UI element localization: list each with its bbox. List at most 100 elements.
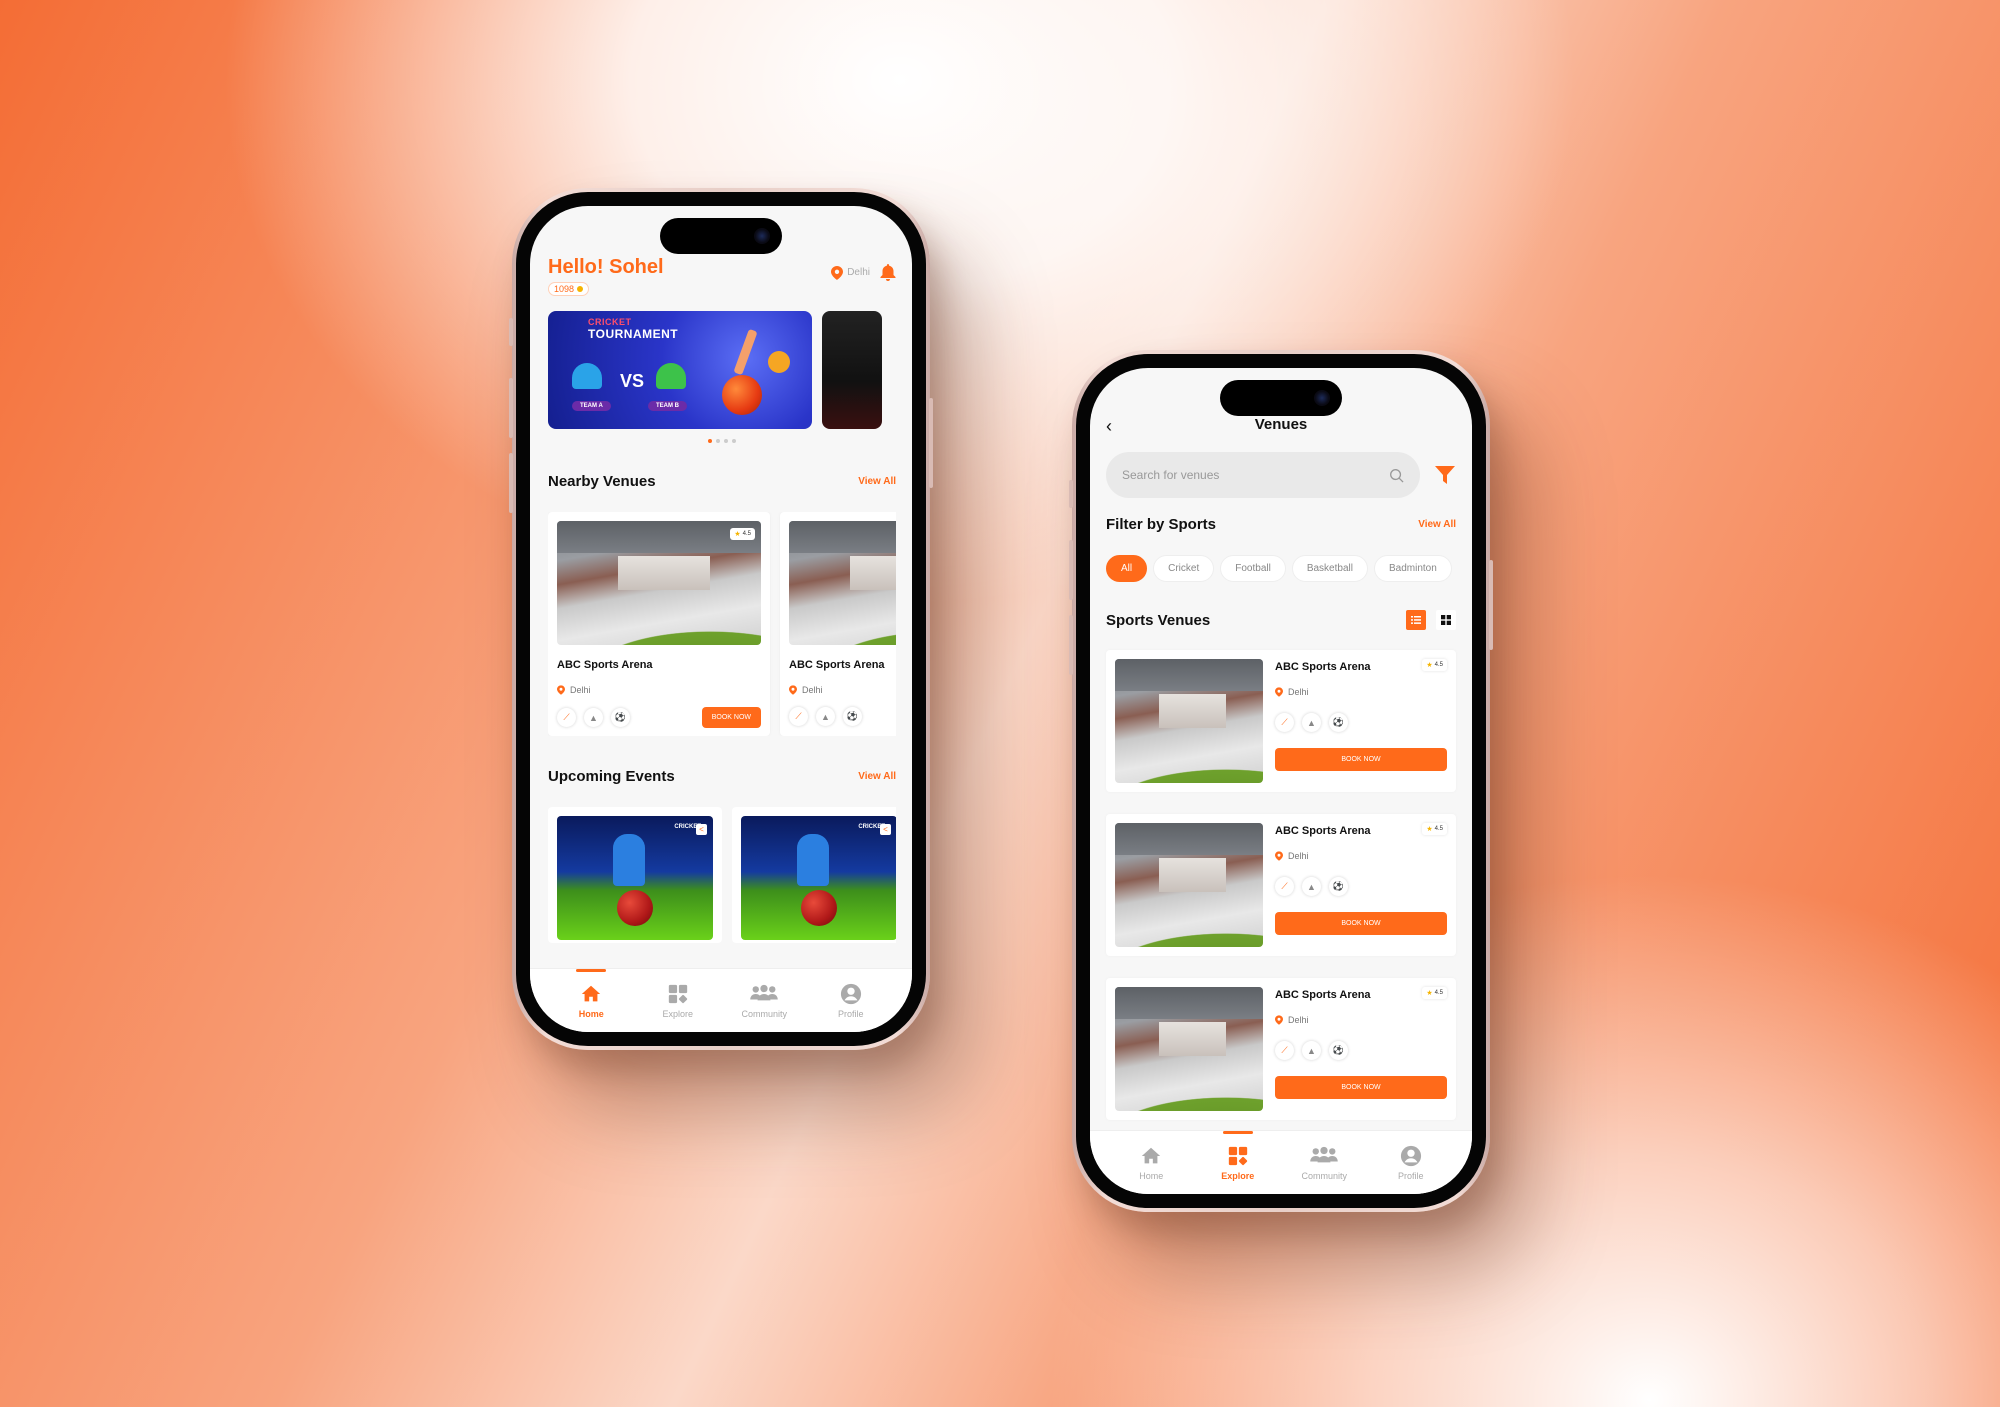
venue-name: ABC Sports Arena: [1275, 989, 1371, 1001]
team-b-label: TEAM B: [648, 401, 687, 411]
page-title: Venues: [1254, 415, 1308, 433]
event-card[interactable]: CRICKET <: [732, 807, 896, 943]
events-list: CRICKET < CRICKET <: [548, 807, 896, 943]
bottom-tab-bar: Home Explore Community Profile: [530, 968, 912, 1032]
venue-card[interactable]: ★ 4.5 ABC Sports Arena Delhi ⟋ ▲ ⚽ BOOK …: [548, 512, 770, 736]
helmet-team-a-icon: [572, 363, 602, 389]
book-now-button[interactable]: BOOK NOW: [701, 707, 761, 728]
action-button: [509, 318, 513, 346]
carousel-dot[interactable]: [708, 439, 712, 443]
venue-location: Delhi: [1275, 687, 1447, 697]
venue-name: ABC Sports Arena: [1275, 661, 1371, 673]
tab-profile[interactable]: Profile: [1381, 1131, 1441, 1194]
cricket-bat-icon: ⟋: [1275, 1041, 1294, 1060]
tab-explore[interactable]: Explore: [1208, 1131, 1268, 1194]
book-now-button[interactable]: BOOK NOW: [1275, 912, 1447, 935]
venue-image: [1115, 659, 1263, 783]
dynamic-island: [660, 218, 782, 254]
venue-name: ABC Sports Arena: [789, 659, 885, 671]
chip-basketball[interactable]: Basketball: [1291, 555, 1368, 582]
search-icon[interactable]: [1389, 468, 1404, 483]
community-icon: [1310, 1146, 1338, 1162]
header: Hello! Sohel 1098 Delhi: [548, 256, 896, 297]
venue-list-item[interactable]: ABC Sports Arena ★ 4.5 Delhi ⟋ ▲ ⚽ BOOK …: [1106, 650, 1456, 792]
tab-community[interactable]: Community: [734, 969, 794, 1032]
action-button: [1069, 480, 1073, 508]
tournament-banner[interactable]: CRICKET TOURNAMENT VS TEAM A TEAM B: [548, 311, 812, 429]
list-icon: [1411, 616, 1421, 624]
grid-view-toggle[interactable]: [1436, 610, 1456, 630]
nearby-view-all-link[interactable]: View All: [858, 476, 896, 487]
carousel-dot[interactable]: [724, 439, 728, 443]
notification-bell-icon[interactable]: [880, 264, 896, 281]
venue-location: Delhi: [789, 685, 896, 695]
location-label: Delhi: [847, 267, 870, 278]
cricket-bat-icon: ⟋: [1275, 713, 1294, 732]
venue-card[interactable]: ABC Sports Arena Delhi ⟋ ▲ ⚽: [780, 512, 896, 736]
explore-icon: [668, 984, 687, 1003]
search-input[interactable]: [1122, 468, 1348, 482]
venue-location: Delhi: [1275, 851, 1447, 861]
sport-filter-chips: All Cricket Football Basketball Badminto…: [1106, 555, 1456, 582]
venue-image: [1115, 823, 1263, 947]
profile-icon: [1400, 1145, 1421, 1166]
tab-home[interactable]: Home: [1121, 1131, 1181, 1194]
share-icon[interactable]: <: [696, 824, 707, 835]
tab-explore[interactable]: Explore: [648, 969, 708, 1032]
venues-list: ABC Sports Arena ★ 4.5 Delhi ⟋ ▲ ⚽ BOOK …: [1106, 650, 1456, 1120]
nearby-venues-list: ★ 4.5 ABC Sports Arena Delhi ⟋ ▲ ⚽ BOOK …: [548, 512, 896, 736]
tab-profile[interactable]: Profile: [821, 969, 881, 1032]
batsman-graphic: [797, 834, 829, 886]
coin-balance[interactable]: 1098: [548, 282, 590, 296]
shuttlecock-icon: ▲: [584, 708, 603, 727]
football-icon: ⚽: [1329, 713, 1348, 732]
banner-carousel[interactable]: CRICKET TOURNAMENT VS TEAM A TEAM B: [548, 311, 896, 429]
volume-down-button: [509, 453, 513, 513]
community-icon: [750, 984, 778, 1000]
sports-venues-title: Sports Venues: [1106, 611, 1211, 629]
shuttlecock-icon: ▲: [1302, 713, 1321, 732]
football-icon: ⚽: [843, 707, 862, 726]
star-icon: ★: [1426, 826, 1433, 833]
chip-football[interactable]: Football: [1220, 555, 1286, 582]
search-box[interactable]: [1106, 452, 1420, 498]
book-now-button[interactable]: BOOK NOW: [1275, 1076, 1447, 1099]
tab-home[interactable]: Home: [561, 969, 621, 1032]
cricket-ball-graphic: [617, 890, 653, 926]
carousel-indicator: [548, 439, 896, 443]
location-pin-icon: [789, 685, 797, 695]
shuttlecock-icon: ▲: [1302, 877, 1321, 896]
phone-home: Hello! Sohel 1098 Delhi CRICKET TOURNAME…: [509, 188, 933, 1050]
chip-cricket[interactable]: Cricket: [1153, 555, 1215, 582]
explore-icon: [1228, 1146, 1247, 1165]
venue-location: Delhi: [557, 685, 761, 695]
carousel-dot[interactable]: [732, 439, 736, 443]
versus-label: VS: [620, 371, 645, 391]
chip-badminton[interactable]: Badminton: [1373, 555, 1452, 582]
helmet-team-b-icon: [656, 363, 686, 389]
profile-icon: [840, 983, 861, 1004]
location-pin-icon: [557, 685, 565, 695]
back-arrow-icon[interactable]: ‹: [1106, 416, 1112, 437]
location-selector[interactable]: Delhi: [831, 265, 870, 280]
event-card[interactable]: CRICKET <: [548, 807, 722, 943]
filter-view-all-link[interactable]: View All: [1418, 519, 1456, 530]
venue-image: [789, 521, 896, 645]
filter-funnel-icon[interactable]: [1434, 464, 1456, 486]
volume-down-button: [1069, 615, 1073, 675]
next-banner[interactable]: [822, 311, 882, 429]
chip-all[interactable]: All: [1106, 555, 1148, 582]
venue-list-item[interactable]: ABC Sports Arena ★ 4.5 Delhi ⟋ ▲ ⚽ BOOK …: [1106, 978, 1456, 1120]
venue-list-item[interactable]: ABC Sports Arena ★ 4.5 Delhi ⟋ ▲ ⚽ BOOK …: [1106, 814, 1456, 956]
filter-title: Filter by Sports: [1106, 516, 1217, 533]
tab-community[interactable]: Community: [1294, 1131, 1354, 1194]
book-now-button[interactable]: BOOK NOW: [1275, 748, 1447, 771]
events-view-all-link[interactable]: View All: [858, 771, 896, 782]
star-icon: ★: [734, 531, 741, 538]
upcoming-events-title: Upcoming Events: [548, 768, 675, 785]
carousel-dot[interactable]: [716, 439, 720, 443]
shuttlecock-icon: ▲: [816, 707, 835, 726]
cricket-bat-icon: ⟋: [789, 707, 808, 726]
list-view-toggle[interactable]: [1406, 610, 1426, 630]
share-icon[interactable]: <: [880, 824, 891, 835]
